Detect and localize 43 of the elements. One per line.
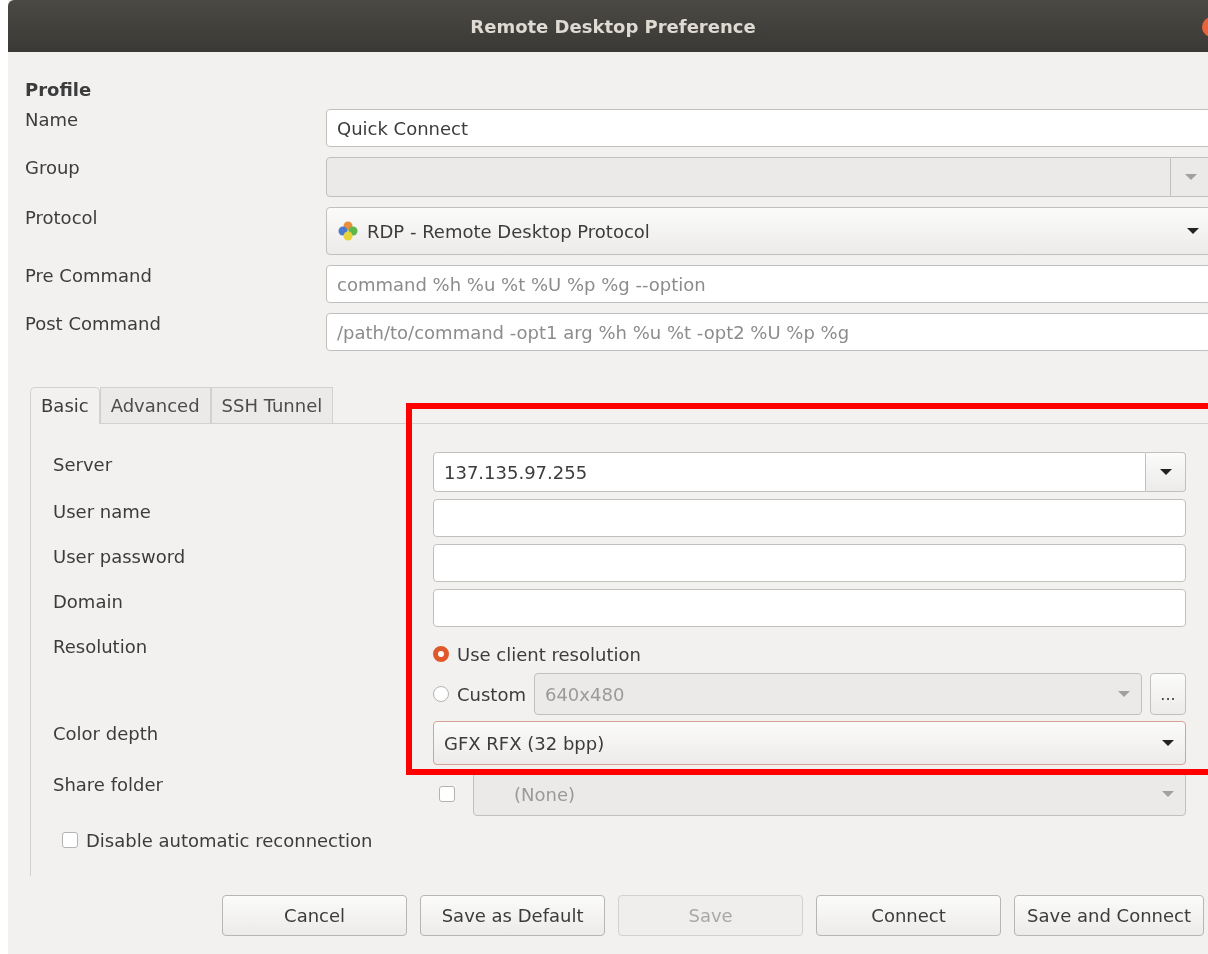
field-label: Domain [53, 590, 124, 612]
radio-button[interactable] [433, 646, 449, 662]
dropdown-arrow-icon [1158, 468, 1173, 476]
dropdown-arrow-icon [1186, 227, 1200, 235]
text-field[interactable] [433, 499, 1186, 537]
radio-button[interactable] [433, 686, 449, 702]
text-field[interactable] [433, 544, 1186, 582]
field-label: Group [25, 157, 81, 178]
dialog-button[interactable]: Save as Default [420, 895, 606, 936]
field-label: Share folder [53, 773, 164, 795]
dropdown[interactable]: RDP - Remote Desktop Protocol [326, 207, 1208, 255]
radio-label[interactable]: Custom [457, 683, 526, 705]
field-label: Color depth [53, 722, 160, 744]
text-field[interactable]: Quick Connect [326, 109, 1208, 147]
dropdown-arrow-icon [1117, 690, 1131, 698]
tab[interactable]: Basic [30, 387, 100, 424]
window-title: Remote Desktop Preference [470, 15, 756, 37]
section-heading: Profile [25, 79, 93, 102]
text-field[interactable]: /path/to/command -opt1 arg %h %u %t -opt2 %U %p %g [326, 313, 1208, 351]
radio-label[interactable]: Use client resolution [457, 643, 641, 665]
field-label: Resolution [53, 635, 149, 657]
browse-button[interactable]: ... [1150, 673, 1186, 715]
checkbox-label[interactable]: Disable automatic reconnection [86, 829, 373, 851]
dropdown-arrow-icon [1183, 173, 1198, 181]
field-label: Name [25, 109, 80, 130]
field-label: Server [53, 453, 114, 475]
dropdown[interactable]: GFX RFX (32 bpp) [433, 721, 1186, 765]
field-label: Protocol [25, 207, 99, 228]
field-label: User password [53, 545, 187, 567]
text-field[interactable]: command %h %u %t %U %p %g --option [326, 265, 1208, 303]
field-label: Post Command [25, 313, 162, 334]
field-label: User name [53, 500, 152, 522]
text-field[interactable] [433, 589, 1186, 627]
dialog-button[interactable]: Save and Connect [1014, 895, 1204, 936]
checkbox[interactable] [62, 832, 78, 848]
dialog-button[interactable]: Connect [816, 895, 1002, 936]
dropdown-arrow-icon [1161, 739, 1175, 747]
tab[interactable]: Advanced [99, 387, 211, 424]
dropdown-arrow-icon [1161, 790, 1175, 798]
dialog-button[interactable]: Cancel [222, 895, 408, 936]
protocol-icon [337, 220, 359, 242]
tab[interactable]: SSH Tunnel [210, 387, 334, 424]
field-label: Pre Command [25, 265, 153, 286]
